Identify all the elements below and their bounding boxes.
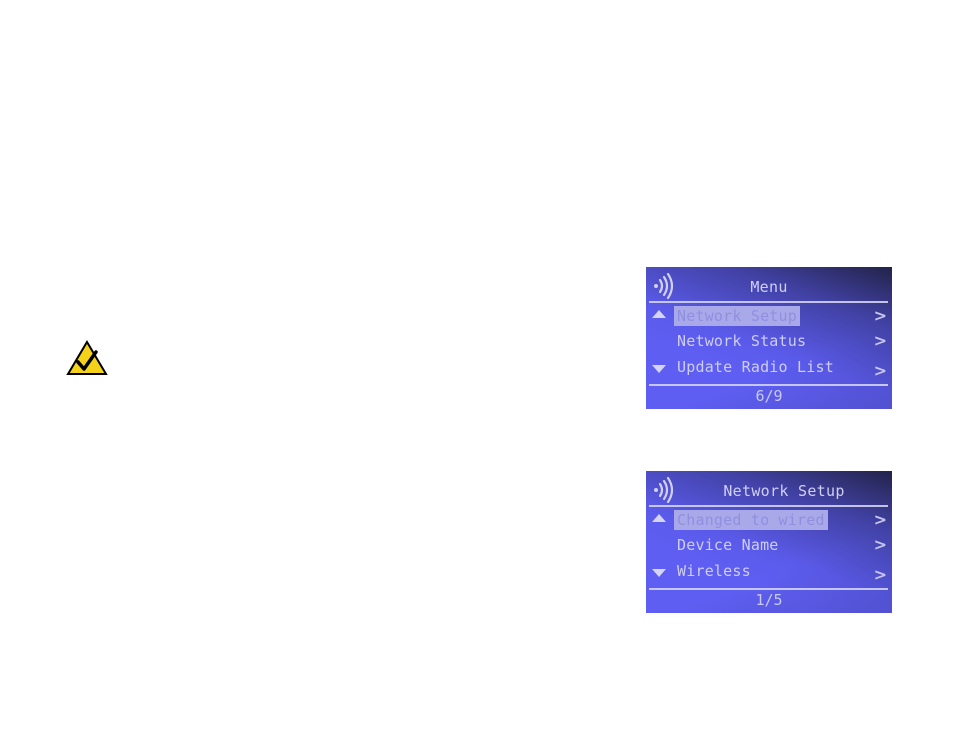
chevron-right-icon: > [873,361,887,380]
divider [649,301,888,303]
divider [649,505,888,507]
menu-item-label: Wireless [677,562,751,580]
menu-item-label: Changed to wired [674,510,828,530]
chevron-right-icon: > [873,510,887,529]
menu-item-label: Device Name [677,536,779,554]
menu-item-device-name[interactable]: Device Name > [646,534,892,556]
divider [649,588,888,590]
chevron-right-icon: > [873,306,887,325]
note-check-icon [66,340,108,376]
scroll-up-arrow-icon[interactable] [652,310,666,318]
menu-item-label: Network Status [677,332,807,350]
scroll-up-arrow-icon[interactable] [652,514,666,522]
warning-triangle-icon [66,340,108,375]
lcd-screen-network-setup: Network Setup Changed to wired > Device … [646,471,892,613]
lcd-screen-menu: Menu Network Setup > Network Status > Up… [646,267,892,409]
scroll-down-arrow-icon[interactable] [652,365,666,373]
screen-title: Menu [750,278,788,296]
scroll-down-arrow-icon[interactable] [652,569,666,577]
divider [649,384,888,386]
menu-item-label: Network Setup [674,306,800,326]
screen-title: Network Setup [723,482,845,500]
menu-item-wireless[interactable]: Wireless > [646,560,892,584]
menu-item-label: Update Radio List [677,358,834,376]
menu-item-network-setup[interactable]: Network Setup > [646,305,892,327]
chevron-right-icon: > [873,535,887,554]
menu-item-changed-to-wired[interactable]: Changed to wired > [646,509,892,531]
page-indicator: 1/5 [755,591,783,609]
page-indicator: 6/9 [755,387,783,405]
chevron-right-icon: > [873,331,887,350]
chevron-right-icon: > [873,565,887,584]
menu-item-update-radio-list[interactable]: Update Radio List > [646,356,892,380]
menu-item-network-status[interactable]: Network Status > [646,330,892,352]
